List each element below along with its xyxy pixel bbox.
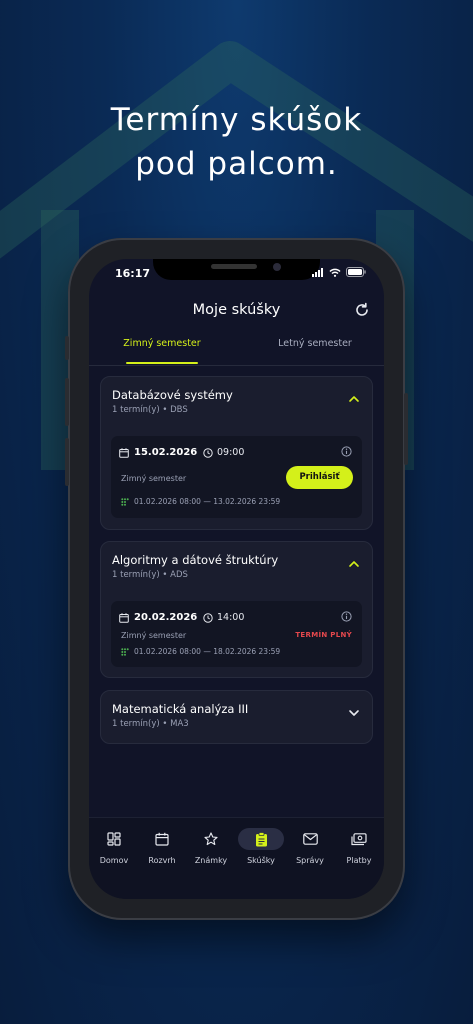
clipboard-icon [255, 831, 267, 846]
nav-label: Platby [346, 856, 372, 865]
headline: Termíny skúšok pod palcom. [0, 98, 473, 186]
nav-item-domov[interactable]: Domov [89, 828, 139, 865]
speaker [211, 264, 257, 269]
star-icon [204, 832, 218, 846]
chevron-down-icon[interactable] [348, 708, 360, 718]
registration-window: 01.02.2026 08:00 — 13.02.2026 23:59 [121, 497, 280, 506]
clock-icon [203, 447, 213, 458]
slot-date-text: 15.02.2026 [134, 447, 198, 458]
course-subtitle: 1 termín(y) • DBS [112, 405, 188, 415]
slot-date-text: 20.02.2026 [134, 612, 198, 623]
slot-time-text: 14:00 [217, 612, 245, 623]
clock-icon [203, 612, 213, 623]
status-icons [312, 267, 366, 277]
slot-date: 15.02.2026 [119, 447, 197, 458]
course-card-ma3[interactable]: Matematická analýza III 1 termín(y) • MA… [100, 690, 373, 744]
nav-item-rozvrh[interactable]: Rozvrh [137, 828, 187, 865]
registration-window-text: 01.02.2026 08:00 — 13.02.2026 23:59 [134, 497, 281, 506]
exam-slot: 20.02.2026 14:00 Zimný semester TERMÍN P… [111, 601, 362, 667]
course-card-ads: Algoritmy a dátové štruktúry 1 termín(y)… [100, 541, 373, 678]
power-button [404, 393, 408, 465]
course-title: Matematická analýza III [112, 702, 249, 716]
nav-item-skusky[interactable]: Skúšky [236, 828, 286, 865]
mute-switch [65, 336, 69, 360]
registration-window: 01.02.2026 08:00 — 18.02.2026 23:59 [121, 647, 280, 656]
semester-tabs: Zimný semester Letný semester [89, 338, 384, 366]
refresh-icon[interactable] [354, 302, 370, 318]
chevron-up-icon[interactable] [348, 394, 360, 404]
payments-icon [351, 832, 367, 845]
nav-item-znamky[interactable]: Známky [186, 828, 236, 865]
slot-semester: Zimný semester [121, 631, 187, 640]
slot-time: 09:00 [203, 447, 244, 458]
battery-icon [346, 267, 366, 277]
course-subtitle: 1 termín(y) • ADS [112, 570, 188, 580]
nav-label: Skúšky [247, 856, 275, 865]
dashboard-icon [107, 832, 121, 846]
mail-icon [302, 833, 318, 845]
slot-time: 14:00 [203, 612, 244, 623]
dots-grid-icon [121, 497, 129, 506]
signal-icon [312, 267, 323, 277]
headline-line-2: pod palcom. [135, 146, 338, 182]
info-icon[interactable] [341, 611, 352, 622]
phone-frame: 16:17 Moje skúšky Zimný semester Letný s… [65, 238, 408, 920]
nav-item-spravy[interactable]: Správy [285, 828, 335, 865]
volume-up-button [65, 378, 69, 426]
slot-semester: Zimný semester [121, 474, 187, 483]
nav-label: Známky [194, 856, 228, 865]
exam-slot: 15.02.2026 09:00 Zimný semester Prihlási… [111, 436, 362, 518]
slot-time-text: 09:00 [217, 447, 245, 458]
camera [273, 263, 281, 271]
notch [153, 259, 320, 280]
course-card-dbs: Databázové systémy 1 termín(y) • DBS 15.… [100, 376, 373, 530]
course-title: Databázové systémy [112, 388, 233, 402]
wifi-icon [329, 268, 341, 277]
app-screen: 16:17 Moje skúšky Zimný semester Letný s… [89, 259, 384, 899]
nav-label: Rozvrh [148, 856, 176, 865]
calendar-icon [119, 612, 129, 623]
course-title: Algoritmy a dátové štruktúry [112, 553, 279, 567]
headline-line-1: Termíny skúšok [110, 102, 363, 138]
active-tab-indicator [126, 362, 198, 364]
tab-zimny-semester[interactable]: Zimný semester [111, 338, 213, 349]
page-title: Moje skúšky [192, 302, 281, 318]
calendar-icon [119, 447, 129, 458]
volume-down-button [65, 438, 69, 486]
calendar-icon [155, 832, 169, 846]
dots-grid-icon [121, 647, 129, 656]
bottom-nav: Domov Rozvrh Známky Skúšky Správy Platby [89, 817, 384, 899]
nav-item-platby[interactable]: Platby [334, 828, 384, 865]
register-button[interactable]: Prihlásiť [286, 466, 353, 489]
registration-window-text: 01.02.2026 08:00 — 18.02.2026 23:59 [134, 647, 281, 656]
slot-full-badge: TERMÍN PLNÝ [295, 631, 352, 639]
nav-label: Správy [296, 856, 324, 865]
nav-label: Domov [99, 856, 129, 865]
tab-letny-semester[interactable]: Letný semester [264, 338, 366, 349]
slot-date: 20.02.2026 [119, 612, 197, 623]
info-icon[interactable] [341, 446, 352, 457]
course-subtitle: 1 termín(y) • MA3 [112, 719, 189, 729]
chevron-up-icon[interactable] [348, 559, 360, 569]
status-time: 16:17 [115, 267, 151, 280]
